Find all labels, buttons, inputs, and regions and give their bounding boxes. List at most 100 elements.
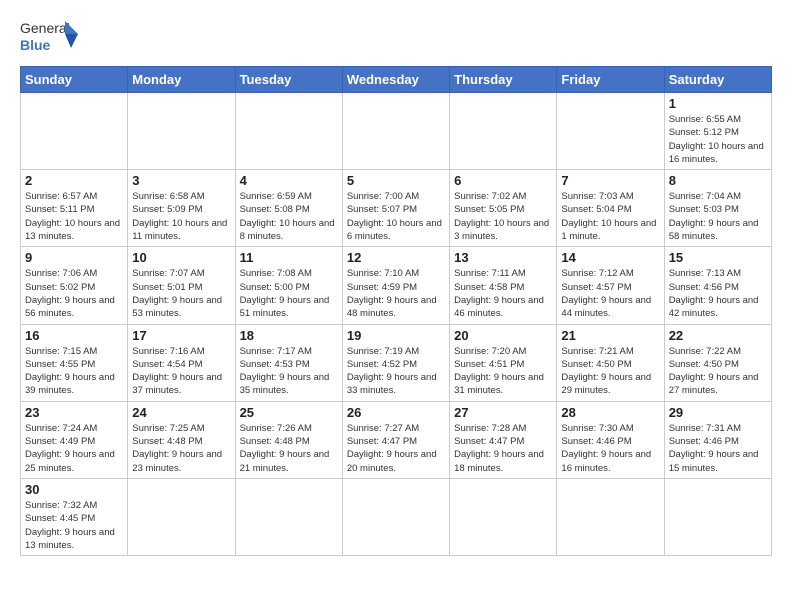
col-header-saturday: Saturday: [664, 67, 771, 93]
day-info: Sunrise: 7:02 AMSunset: 5:05 PMDaylight:…: [454, 190, 552, 243]
day-cell: 15Sunrise: 7:13 AMSunset: 4:56 PMDayligh…: [664, 247, 771, 324]
day-number: 19: [347, 328, 445, 343]
day-cell: [342, 93, 449, 170]
day-cell: 16 Sunrise: 7:15 AMSunset: 4:55 PMDayligh…: [21, 324, 128, 401]
day-number: 24: [132, 405, 230, 420]
day-cell: [557, 93, 664, 170]
day-cell: 9 Sunrise: 7:06 AMSunset: 5:02 PMDaylight…: [21, 247, 128, 324]
calendar: SundayMondayTuesdayWednesdayThursdayFrid…: [20, 66, 772, 556]
col-header-tuesday: Tuesday: [235, 67, 342, 93]
day-cell: 29 Sunrise: 7:31 AMSunset: 4:46 PMDayligh…: [664, 401, 771, 478]
day-number: 28: [561, 405, 659, 420]
header: GeneralBlue: [20, 16, 772, 56]
logo-svg: GeneralBlue: [20, 16, 80, 56]
day-info: Sunrise: 7:08 AMSunset: 5:00 PMDaylight:…: [240, 267, 338, 320]
day-number: 14: [561, 250, 659, 265]
day-cell: [21, 93, 128, 170]
day-info: Sunrise: 7:28 AMSunset: 4:47 PMDaylight:…: [454, 422, 552, 475]
day-info: Sunrise: 7:27 AMSunset: 4:47 PMDaylight:…: [347, 422, 445, 475]
day-number: 13: [454, 250, 552, 265]
day-cell: 21 Sunrise: 7:21 AMSunset: 4:50 PMDayligh…: [557, 324, 664, 401]
week-row-4: 23 Sunrise: 7:24 AMSunset: 4:49 PMDayligh…: [21, 401, 772, 478]
day-cell: 13Sunrise: 7:11 AMSunset: 4:58 PMDayligh…: [450, 247, 557, 324]
day-number: 25: [240, 405, 338, 420]
day-info: Sunrise: 6:57 AMSunset: 5:11 PMDaylight:…: [25, 190, 123, 243]
day-cell: 10 Sunrise: 7:07 AMSunset: 5:01 PMDayligh…: [128, 247, 235, 324]
week-row-0: 1 Sunrise: 6:55 AMSunset: 5:12 PMDaylight…: [21, 93, 772, 170]
day-cell: [557, 478, 664, 555]
day-cell: [128, 93, 235, 170]
day-number: 8: [669, 173, 767, 188]
logo: GeneralBlue: [20, 16, 80, 56]
day-info: Sunrise: 7:32 AMSunset: 4:45 PMDaylight:…: [25, 499, 123, 552]
day-cell: 12Sunrise: 7:10 AMSunset: 4:59 PMDayligh…: [342, 247, 449, 324]
day-cell: 6Sunrise: 7:02 AMSunset: 5:05 PMDaylight…: [450, 170, 557, 247]
day-number: 10: [132, 250, 230, 265]
day-number: 21: [561, 328, 659, 343]
day-cell: 8Sunrise: 7:04 AMSunset: 5:03 PMDaylight…: [664, 170, 771, 247]
day-info: Sunrise: 7:06 AMSunset: 5:02 PMDaylight:…: [25, 267, 123, 320]
svg-text:Blue: Blue: [20, 37, 51, 53]
day-info: Sunrise: 7:22 AMSunset: 4:50 PMDaylight:…: [669, 345, 767, 398]
day-cell: 7 Sunrise: 7:03 AMSunset: 5:04 PMDaylight…: [557, 170, 664, 247]
day-info: Sunrise: 7:12 AMSunset: 4:57 PMDaylight:…: [561, 267, 659, 320]
week-row-1: 2 Sunrise: 6:57 AMSunset: 5:11 PMDaylight…: [21, 170, 772, 247]
day-info: Sunrise: 7:00 AMSunset: 5:07 PMDaylight:…: [347, 190, 445, 243]
day-cell: 11 Sunrise: 7:08 AMSunset: 5:00 PMDayligh…: [235, 247, 342, 324]
day-number: 30: [25, 482, 123, 497]
day-info: Sunrise: 7:30 AMSunset: 4:46 PMDaylight:…: [561, 422, 659, 475]
day-cell: 23 Sunrise: 7:24 AMSunset: 4:49 PMDayligh…: [21, 401, 128, 478]
week-row-2: 9 Sunrise: 7:06 AMSunset: 5:02 PMDaylight…: [21, 247, 772, 324]
day-number: 15: [669, 250, 767, 265]
day-number: 4: [240, 173, 338, 188]
week-row-3: 16 Sunrise: 7:15 AMSunset: 4:55 PMDayligh…: [21, 324, 772, 401]
day-cell: [342, 478, 449, 555]
col-header-friday: Friday: [557, 67, 664, 93]
day-number: 20: [454, 328, 552, 343]
day-number: 1: [669, 96, 767, 111]
day-number: 17: [132, 328, 230, 343]
day-cell: 5 Sunrise: 7:00 AMSunset: 5:07 PMDaylight…: [342, 170, 449, 247]
day-cell: [128, 478, 235, 555]
day-info: Sunrise: 7:07 AMSunset: 5:01 PMDaylight:…: [132, 267, 230, 320]
day-cell: 19Sunrise: 7:19 AMSunset: 4:52 PMDayligh…: [342, 324, 449, 401]
day-number: 29: [669, 405, 767, 420]
day-cell: 25 Sunrise: 7:26 AMSunset: 4:48 PMDayligh…: [235, 401, 342, 478]
day-cell: 22Sunrise: 7:22 AMSunset: 4:50 PMDayligh…: [664, 324, 771, 401]
day-number: 18: [240, 328, 338, 343]
day-cell: 27Sunrise: 7:28 AMSunset: 4:47 PMDayligh…: [450, 401, 557, 478]
day-cell: 30 Sunrise: 7:32 AMSunset: 4:45 PMDayligh…: [21, 478, 128, 555]
day-info: Sunrise: 7:03 AMSunset: 5:04 PMDaylight:…: [561, 190, 659, 243]
day-cell: 1 Sunrise: 6:55 AMSunset: 5:12 PMDaylight…: [664, 93, 771, 170]
day-cell: [235, 478, 342, 555]
day-cell: [235, 93, 342, 170]
day-info: Sunrise: 7:31 AMSunset: 4:46 PMDaylight:…: [669, 422, 767, 475]
day-cell: 3Sunrise: 6:58 AMSunset: 5:09 PMDaylight…: [128, 170, 235, 247]
day-cell: 2 Sunrise: 6:57 AMSunset: 5:11 PMDaylight…: [21, 170, 128, 247]
col-header-sunday: Sunday: [21, 67, 128, 93]
week-row-5: 30 Sunrise: 7:32 AMSunset: 4:45 PMDayligh…: [21, 478, 772, 555]
day-info: Sunrise: 7:15 AMSunset: 4:55 PMDaylight:…: [25, 345, 123, 398]
day-cell: 4 Sunrise: 6:59 AMSunset: 5:08 PMDaylight…: [235, 170, 342, 247]
day-info: Sunrise: 7:25 AMSunset: 4:48 PMDaylight:…: [132, 422, 230, 475]
day-cell: 20Sunrise: 7:20 AMSunset: 4:51 PMDayligh…: [450, 324, 557, 401]
day-number: 11: [240, 250, 338, 265]
day-info: Sunrise: 6:55 AMSunset: 5:12 PMDaylight:…: [669, 113, 767, 166]
day-info: Sunrise: 7:21 AMSunset: 4:50 PMDaylight:…: [561, 345, 659, 398]
col-header-wednesday: Wednesday: [342, 67, 449, 93]
day-number: 9: [25, 250, 123, 265]
page: GeneralBlue SundayMondayTuesdayWednesday…: [0, 0, 792, 612]
day-number: 16: [25, 328, 123, 343]
calendar-header-row: SundayMondayTuesdayWednesdayThursdayFrid…: [21, 67, 772, 93]
day-number: 5: [347, 173, 445, 188]
day-number: 26: [347, 405, 445, 420]
day-info: Sunrise: 6:59 AMSunset: 5:08 PMDaylight:…: [240, 190, 338, 243]
day-number: 3: [132, 173, 230, 188]
day-cell: [450, 93, 557, 170]
day-info: Sunrise: 7:24 AMSunset: 4:49 PMDaylight:…: [25, 422, 123, 475]
day-info: Sunrise: 7:16 AMSunset: 4:54 PMDaylight:…: [132, 345, 230, 398]
day-number: 7: [561, 173, 659, 188]
day-number: 2: [25, 173, 123, 188]
day-info: Sunrise: 7:26 AMSunset: 4:48 PMDaylight:…: [240, 422, 338, 475]
day-number: 23: [25, 405, 123, 420]
